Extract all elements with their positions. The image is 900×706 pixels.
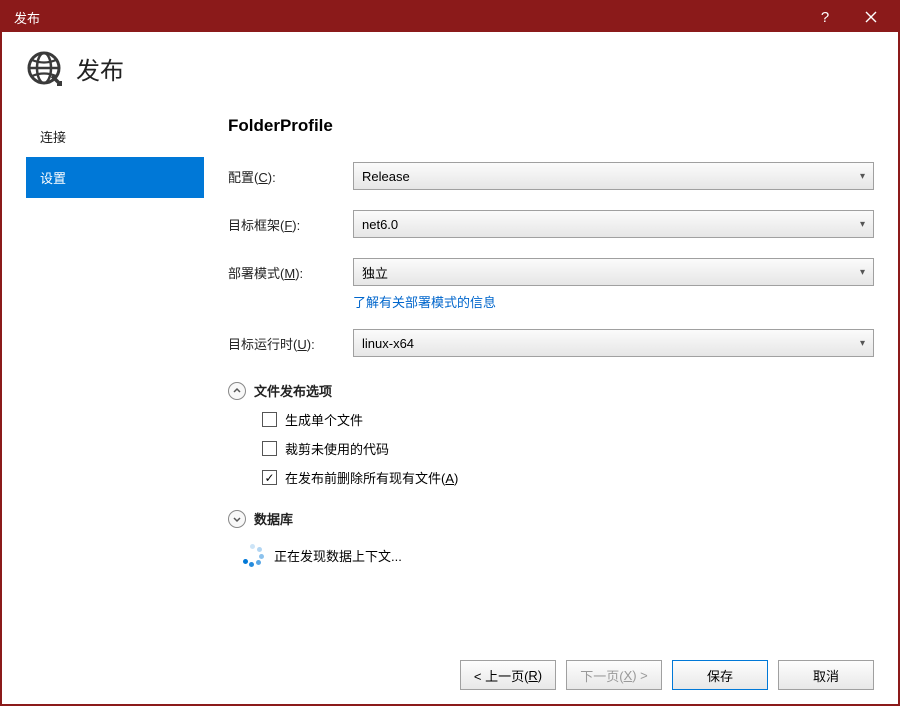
framework-label: 目标框架(F): [228,215,353,234]
content: 发布 连接 设置 FolderProfile 配置(C): Release ▾ … [2,32,898,704]
runtime-label: 目标运行时(U): [228,334,353,353]
runtime-select[interactable]: linux-x64 ▾ [353,329,874,357]
chevron-down-icon: ▾ [860,338,865,349]
framework-row: 目标框架(F): net6.0 ▾ [228,210,874,238]
config-row: 配置(C): Release ▾ [228,162,874,190]
titlebar-title: 发布 [14,8,802,27]
single-file-row: 生成单个文件 [262,410,874,429]
nav-item-connect[interactable]: 连接 [26,116,204,157]
trim-unused-row: 裁剪未使用的代码 [262,439,874,458]
chevron-down-icon: ▾ [860,219,865,230]
spinner-icon [242,544,264,566]
trim-unused-label: 裁剪未使用的代码 [285,439,389,458]
deploy-value: 独立 [362,263,388,282]
chevron-down-icon: ▾ [860,171,865,182]
deploy-select[interactable]: 独立 ▾ [353,258,874,286]
next-button: 下一页(X) > [566,660,662,690]
single-file-label: 生成单个文件 [285,410,363,429]
trim-unused-checkbox[interactable] [262,441,277,456]
delete-existing-label: 在发布前删除所有现有文件(A) [285,468,458,487]
profile-name: FolderProfile [228,116,874,136]
config-select[interactable]: Release ▾ [353,162,874,190]
single-file-checkbox[interactable] [262,412,277,427]
body-row: 连接 设置 FolderProfile 配置(C): Release ▾ 目标框… [26,116,874,690]
deploy-row: 部署模式(M): 独立 ▾ [228,258,874,286]
deploy-hint-link[interactable]: 了解有关部署模式的信息 [353,292,874,311]
collapse-toggle[interactable] [228,382,246,400]
cancel-button[interactable]: 取消 [778,660,874,690]
database-discovering-row: 正在发现数据上下文... [242,544,874,566]
form-area: FolderProfile 配置(C): Release ▾ 目标框架(F): … [228,116,874,690]
close-icon [865,11,877,23]
titlebar: 发布 ? [2,2,898,32]
chevron-up-icon [233,387,241,395]
deploy-label: 部署模式(M): [228,263,353,282]
chevron-down-icon: ▾ [860,267,865,278]
chevron-down-icon [233,515,241,523]
nav: 连接 设置 [26,116,204,690]
page-title: 发布 [76,51,124,86]
delete-existing-checkbox[interactable] [262,470,277,485]
close-button[interactable] [848,2,894,32]
file-options-header: 文件发布选项 [228,381,874,400]
footer: < 上一页(R) 下一页(X) > 保存 取消 [228,646,874,690]
publish-dialog: 发布 ? 发布 连接 设置 Fold [0,0,900,706]
nav-item-settings[interactable]: 设置 [26,157,204,198]
save-button[interactable]: 保存 [672,660,768,690]
prev-button[interactable]: < 上一页(R) [460,660,556,690]
collapse-toggle-db[interactable] [228,510,246,528]
framework-select[interactable]: net6.0 ▾ [353,210,874,238]
discovering-text: 正在发现数据上下文... [274,546,402,565]
globe-icon [26,50,62,86]
file-options-title: 文件发布选项 [254,381,332,400]
database-title: 数据库 [254,509,293,528]
database-header: 数据库 [228,509,874,528]
runtime-value: linux-x64 [362,336,414,351]
runtime-row: 目标运行时(U): linux-x64 ▾ [228,329,874,357]
delete-existing-row: 在发布前删除所有现有文件(A) [262,468,874,487]
help-button[interactable]: ? [802,2,848,32]
header-row: 发布 [26,50,874,86]
config-label: 配置(C): [228,167,353,186]
config-value: Release [362,169,410,184]
framework-value: net6.0 [362,217,398,232]
